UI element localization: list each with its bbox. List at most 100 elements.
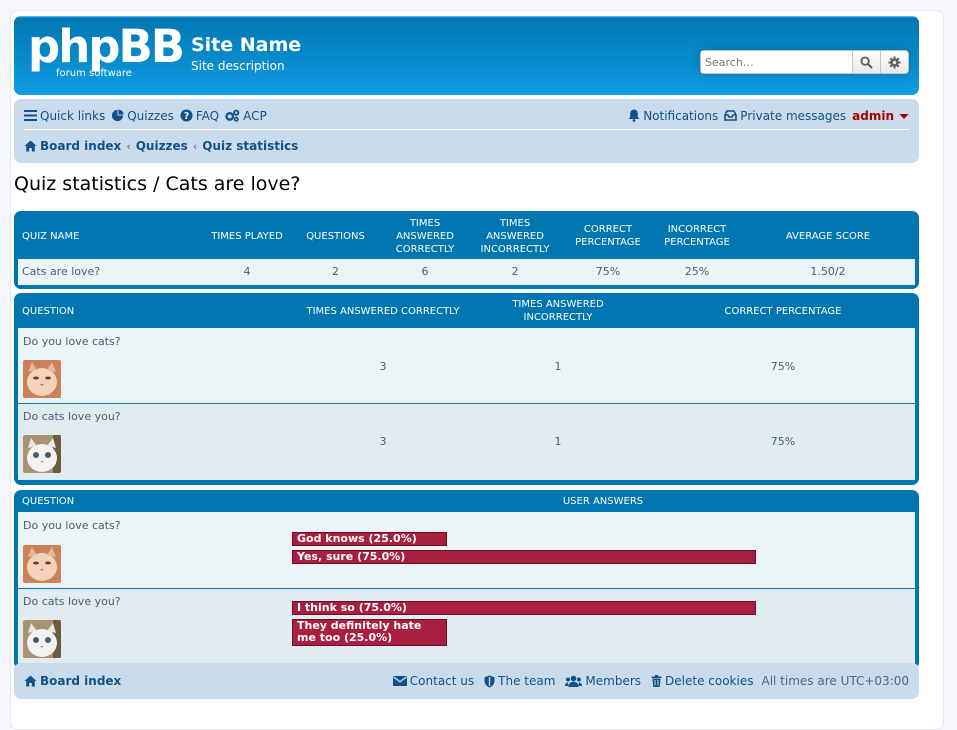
header-questions: QUESTIONS: [306, 231, 365, 242]
question-circle-icon: ?: [180, 109, 193, 122]
user-menu[interactable]: admin: [852, 109, 909, 123]
cogs-icon: [225, 109, 240, 122]
cat-image: [23, 435, 61, 473]
acp-link[interactable]: ACP: [225, 109, 267, 123]
times-incorrect: 2: [511, 265, 519, 278]
notifications-label: Notifications: [643, 108, 719, 123]
chevron-right-icon: ‹: [126, 139, 131, 153]
site-name[interactable]: Site Name: [191, 34, 301, 56]
private-messages-link[interactable]: Private messages: [724, 109, 846, 123]
acp-label: ACP: [243, 108, 267, 123]
advanced-search-button[interactable]: [880, 51, 908, 73]
search-input[interactable]: [701, 51, 852, 73]
home-icon: [24, 675, 37, 687]
svg-text:?: ?: [184, 111, 189, 122]
faq-label: FAQ: [195, 108, 220, 123]
breadcrumb-quizzes[interactable]: Quizzes: [136, 139, 188, 153]
header-incorrect-percentage: INCORRECT PERCENTAGE: [664, 224, 730, 248]
users-icon: [565, 675, 583, 687]
header-times-answered-incorrectly: TIMES ANSWERED INCORRECTLY: [512, 299, 604, 323]
search-box: [700, 50, 909, 74]
header-quiz-name: QUIZ NAME: [22, 231, 80, 242]
correct-percentage: 75%: [595, 265, 621, 278]
navbar: Quick links Quizzes ? FAQ ACP Notificati…: [14, 99, 919, 163]
breadcrumb-quiz-statistics[interactable]: Quiz statistics: [202, 139, 298, 153]
times-played: 4: [243, 265, 251, 278]
footer-navbar: Board index Contact us The team Members …: [14, 663, 919, 699]
question-table-header: QUESTION TIMES ANSWERED CORRECTLY TIMES …: [18, 293, 915, 328]
home-icon: [24, 140, 37, 152]
delete-cookies-link[interactable]: Delete cookies: [651, 674, 753, 688]
logo-subtext: forum software: [56, 68, 132, 79]
phpbb-logo[interactable]: phpBB forum software: [28, 24, 185, 82]
answers-row: Do cats love you? I think so (75.0%) The…: [18, 589, 915, 665]
breadcrumb-board-index[interactable]: Board index: [24, 139, 121, 153]
members-label: Members: [585, 674, 642, 688]
header-average-score: AVERAGE SCORE: [785, 231, 871, 242]
footer-board-index[interactable]: Board index: [24, 674, 121, 688]
header-question: QUESTION: [22, 306, 75, 317]
chevron-right-icon: ‹: [192, 139, 198, 153]
question-text: Do cats love you?: [23, 410, 121, 423]
caret-down-icon: [899, 113, 909, 119]
the-team-link[interactable]: The team: [484, 674, 555, 688]
header-correct-percentage: CORRECT PERCENTAGE: [724, 306, 842, 317]
answer-bar: God knows (25.0%): [292, 532, 447, 546]
bars-icon: [24, 110, 37, 121]
question-row: Do cats love you? 3 1 75%: [18, 404, 915, 480]
header-times-played: TIMES PLAYED: [211, 231, 283, 242]
times-correct: 3: [379, 435, 387, 448]
bell-icon: [628, 109, 640, 122]
trash-icon: [651, 675, 662, 687]
timezone-info: All times are UTC+03:00: [761, 674, 909, 688]
header-times-answered-incorrectly: TIMES ANSWERED INCORRECTLY: [480, 218, 550, 255]
search-icon: [860, 55, 873, 69]
question-stats-table: QUESTION TIMES ANSWERED CORRECTLY TIMES …: [14, 293, 919, 485]
site-header: phpBB forum software Site Name Site desc…: [14, 16, 919, 95]
delete-cookies-label: Delete cookies: [665, 674, 754, 688]
questions-count: 2: [332, 265, 339, 278]
question-text: Do you love cats?: [23, 519, 121, 532]
contact-us-label: Contact us: [409, 674, 475, 688]
average-score: 1.50/2: [810, 265, 846, 278]
envelope-icon: [392, 676, 407, 686]
header-user-answers: USER ANSWERS: [562, 496, 644, 507]
question-text: Do you love cats?: [23, 335, 121, 348]
quick-links-menu[interactable]: Quick links: [24, 109, 105, 123]
header-times-answered-correctly: TIMES ANSWERED CORRECTLY: [306, 306, 460, 317]
times-incorrect: 1: [554, 360, 562, 373]
notifications-link[interactable]: Notifications: [628, 109, 718, 123]
navbar-user-section: Notifications Private messages admin: [628, 109, 909, 123]
summary-table-header: QUIZ NAME TIMES PLAYED QUESTIONS TIMES A…: [18, 211, 915, 259]
gear-icon: [888, 55, 901, 69]
search-button[interactable]: [852, 51, 880, 73]
the-team-label: The team: [498, 674, 556, 688]
navbar-top-row: Quick links Quizzes ? FAQ ACP Notificati…: [24, 105, 909, 130]
cat-image: [23, 620, 61, 658]
times-correct: 3: [379, 360, 387, 373]
breadcrumb: Board index ‹ Quizzes ‹ Quiz statistics: [24, 135, 909, 157]
quiz-summary-table: QUIZ NAME TIMES PLAYED QUESTIONS TIMES A…: [14, 211, 919, 289]
times-incorrect: 1: [554, 435, 562, 448]
answers-row: Do you love cats? God knows (25.0%) Yes,…: [18, 512, 915, 588]
header-times-answered-correctly: TIMES ANSWERED CORRECTLY: [395, 218, 455, 255]
quizzes-label: Quizzes: [127, 108, 174, 123]
cat-image: [23, 360, 61, 398]
members-link[interactable]: Members: [565, 674, 641, 688]
times-correct: 6: [421, 265, 429, 278]
incorrect-percentage: 25%: [684, 265, 710, 278]
header-correct-percentage: CORRECT PERCENTAGE: [575, 224, 641, 248]
cat-image: [23, 545, 61, 583]
private-messages-label: Private messages: [740, 108, 847, 123]
contact-us-link[interactable]: Contact us: [392, 674, 475, 688]
question-text: Do cats love you?: [23, 595, 121, 608]
faq-link[interactable]: ? FAQ: [180, 109, 219, 123]
username: admin: [852, 108, 894, 123]
breadcrumb-board-index-label: Board index: [40, 139, 122, 153]
quizzes-link[interactable]: Quizzes: [111, 109, 174, 123]
quiz-name: Cats are love?: [22, 265, 101, 278]
answer-bar: They definitely hate me too (25.0%): [292, 619, 447, 646]
question-row: Do you love cats? 3 1 75%: [18, 328, 915, 403]
quick-links-label: Quick links: [40, 108, 106, 123]
site-description: Site description: [191, 59, 285, 73]
